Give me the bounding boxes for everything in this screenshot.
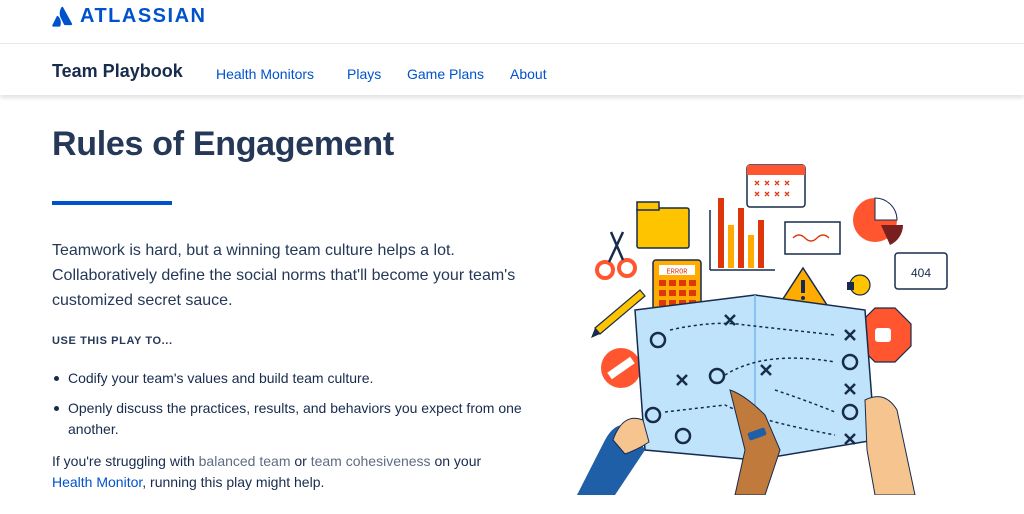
nav-link-about[interactable]: About: [510, 66, 547, 82]
hand-illustration-right: [864, 396, 916, 495]
list-item: Codify your team's values and build team…: [52, 368, 552, 389]
title-underline: [52, 201, 172, 205]
balanced-team-link[interactable]: balanced team: [199, 453, 291, 469]
help-text: on your: [430, 453, 482, 469]
game-plan-illustration: 404 ERROR: [577, 164, 948, 495]
no-entry-icon: [601, 348, 641, 388]
top-bar: ATLASSIAN: [0, 0, 1024, 42]
scissors-icon: [595, 231, 637, 280]
atlassian-logo-icon: [52, 6, 73, 27]
page-title: Rules of Engagement: [52, 125, 394, 163]
main-nav: Team Playbook Health Monitors Plays Game…: [0, 43, 1024, 95]
hand-illustration-left: [577, 417, 650, 495]
use-this-play-heading: USE THIS PLAY TO...: [52, 335, 173, 347]
envelope-icon: [784, 221, 841, 255]
error-404-label: 404: [911, 266, 931, 280]
help-text: or: [290, 453, 311, 469]
health-monitor-link[interactable]: Health Monitor: [52, 474, 142, 490]
nav-brand-team-playbook[interactable]: Team Playbook: [52, 61, 183, 82]
help-text: If you're struggling with: [52, 453, 199, 469]
calculator-display-label: ERROR: [666, 269, 688, 277]
calendar-icon: [746, 164, 806, 208]
nav-link-health-monitors[interactable]: Health Monitors: [216, 66, 314, 82]
benefit-list: Codify your team's values and build team…: [52, 368, 552, 449]
pie-chart-icon: [853, 197, 903, 245]
intro-paragraph: Teamwork is hard, but a winning team cul…: [52, 242, 516, 309]
atlassian-logo[interactable]: ATLASSIAN: [52, 5, 206, 28]
bar-chart-icon: [709, 198, 775, 271]
nav-link-game-plans[interactable]: Game Plans: [407, 66, 484, 82]
team-cohesiveness-link[interactable]: team cohesiveness: [311, 453, 431, 469]
help-paragraph: If you're struggling with balanced team …: [52, 451, 522, 493]
help-text: , running this play might help.: [142, 474, 325, 490]
atlassian-wordmark: ATLASSIAN: [80, 5, 207, 27]
error-404-card: 404: [894, 252, 948, 290]
folder-icon: [636, 201, 690, 249]
light-bulb-icon: [847, 274, 871, 296]
list-item: Openly discuss the practices, results, a…: [52, 398, 552, 440]
nav-link-plays[interactable]: Plays: [347, 66, 381, 82]
